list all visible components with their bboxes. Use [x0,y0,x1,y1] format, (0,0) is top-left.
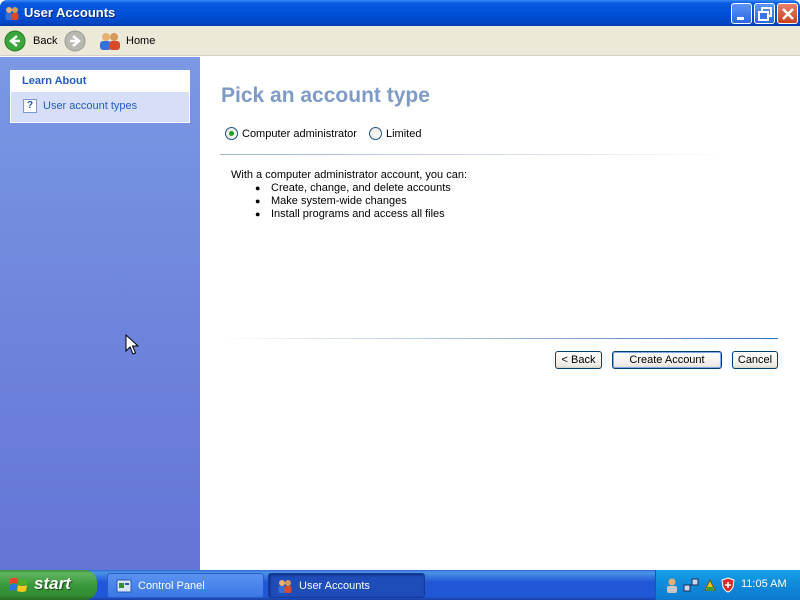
main-content: Pick an account type Computer administra… [200,57,800,570]
security-center-shield-icon[interactable] [720,577,736,593]
divider [220,338,778,339]
network-icon[interactable] [683,577,699,593]
restore-button[interactable] [754,3,775,24]
home-label: Home [126,35,156,47]
start-button[interactable]: start [0,570,97,600]
list-item: Make system-wide changes [255,195,467,208]
toolbar: Back Home [0,26,800,56]
user-accounts-icon [278,579,292,593]
close-button[interactable] [777,3,798,24]
forward-nav-button[interactable] [64,29,86,53]
window-title: User Accounts [24,5,116,20]
user-accounts-icon [5,7,19,20]
radio-selected-icon [225,127,238,140]
home-button[interactable]: Home [99,29,155,53]
sidebar: Learn About ? User account types [0,57,200,570]
clock: 11:05 AM [741,578,787,590]
learn-about-header: Learn About [11,71,189,93]
back-nav-button[interactable]: Back [4,29,57,53]
limited-label: Limited [386,127,422,140]
taskbar-item-user-accounts[interactable]: User Accounts [268,573,425,598]
radio-unselected-icon [369,127,382,140]
taskbar: start Control Panel User Accounts 11:05 … [0,570,800,600]
taskbar-item-control-panel[interactable]: Control Panel [107,573,264,598]
close-icon [782,8,794,20]
create-account-button[interactable]: Create Account [612,351,722,369]
computer-administrator-radio[interactable]: Computer administrator [225,127,357,140]
list-item: Create, change, and delete accounts [255,182,467,195]
title-bar[interactable]: User Accounts [0,0,800,26]
restore-icon [758,7,772,21]
sidebar-item-user-account-types[interactable]: ? User account types [23,99,137,113]
account-type-description: With a computer administrator account, y… [231,169,467,221]
user-tray-icon[interactable] [664,577,680,593]
mouse-cursor-icon [125,334,139,355]
windows-logo-icon [9,578,28,592]
start-label: start [34,574,71,593]
description-intro: With a computer administrator account, y… [231,169,467,181]
cancel-button[interactable]: Cancel [732,351,778,369]
sidebar-item-label: User account types [43,100,138,112]
back-nav-label: Back [33,35,58,47]
update-icon[interactable] [702,577,718,593]
taskbar-item-label: Control Panel [138,579,205,592]
user-accounts-home-icon [100,33,120,50]
taskbar-item-label: User Accounts [299,579,370,592]
system-tray: 11:05 AM [655,570,800,600]
back-button[interactable]: < Back [555,351,602,369]
page-title: Pick an account type [221,84,430,107]
computer-administrator-label: Computer administrator [242,127,357,140]
forward-arrow-icon [64,30,86,52]
capability-list: Create, change, and delete accounts Make… [231,182,467,221]
learn-about-panel: Learn About ? User account types [10,70,190,123]
minimize-button[interactable] [731,3,752,24]
back-arrow-icon [4,30,26,52]
help-icon: ? [23,99,37,113]
divider [220,154,736,155]
list-item: Install programs and access all files [255,208,467,221]
control-panel-icon [116,579,132,592]
limited-radio[interactable]: Limited [369,127,421,140]
minimize-icon [737,17,744,20]
